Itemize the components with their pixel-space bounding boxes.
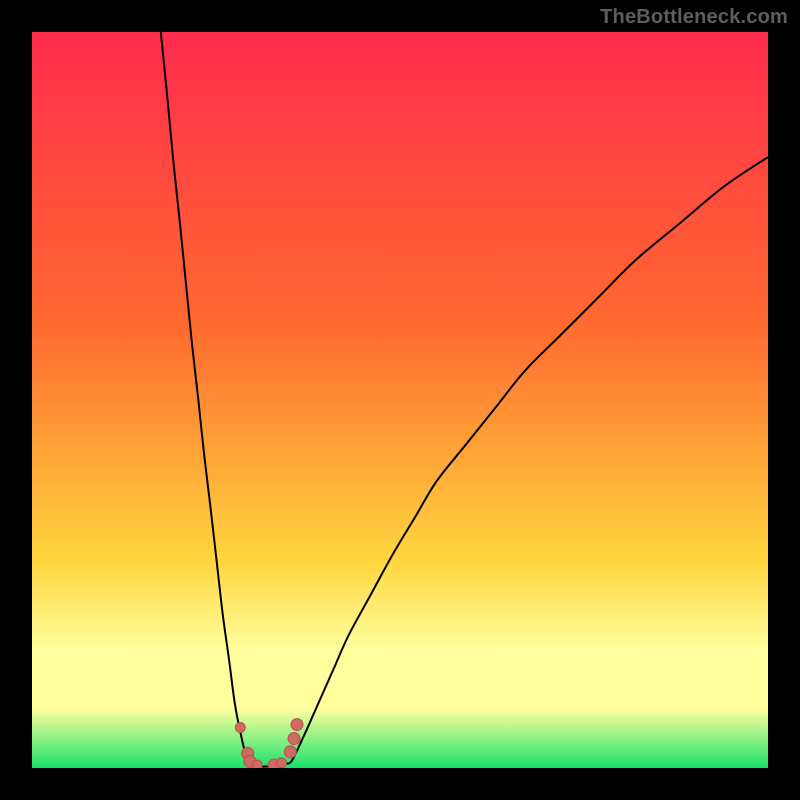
data-marker	[277, 758, 287, 768]
chart-frame: TheBottleneck.com	[0, 0, 800, 800]
data-marker	[288, 733, 300, 745]
gradient-background	[32, 32, 768, 768]
chart-svg	[32, 32, 768, 768]
data-marker	[284, 746, 296, 758]
watermark-text: TheBottleneck.com	[600, 6, 788, 29]
data-marker	[291, 719, 303, 731]
data-marker	[235, 723, 245, 733]
data-marker	[252, 760, 262, 768]
plot-area	[32, 32, 768, 768]
